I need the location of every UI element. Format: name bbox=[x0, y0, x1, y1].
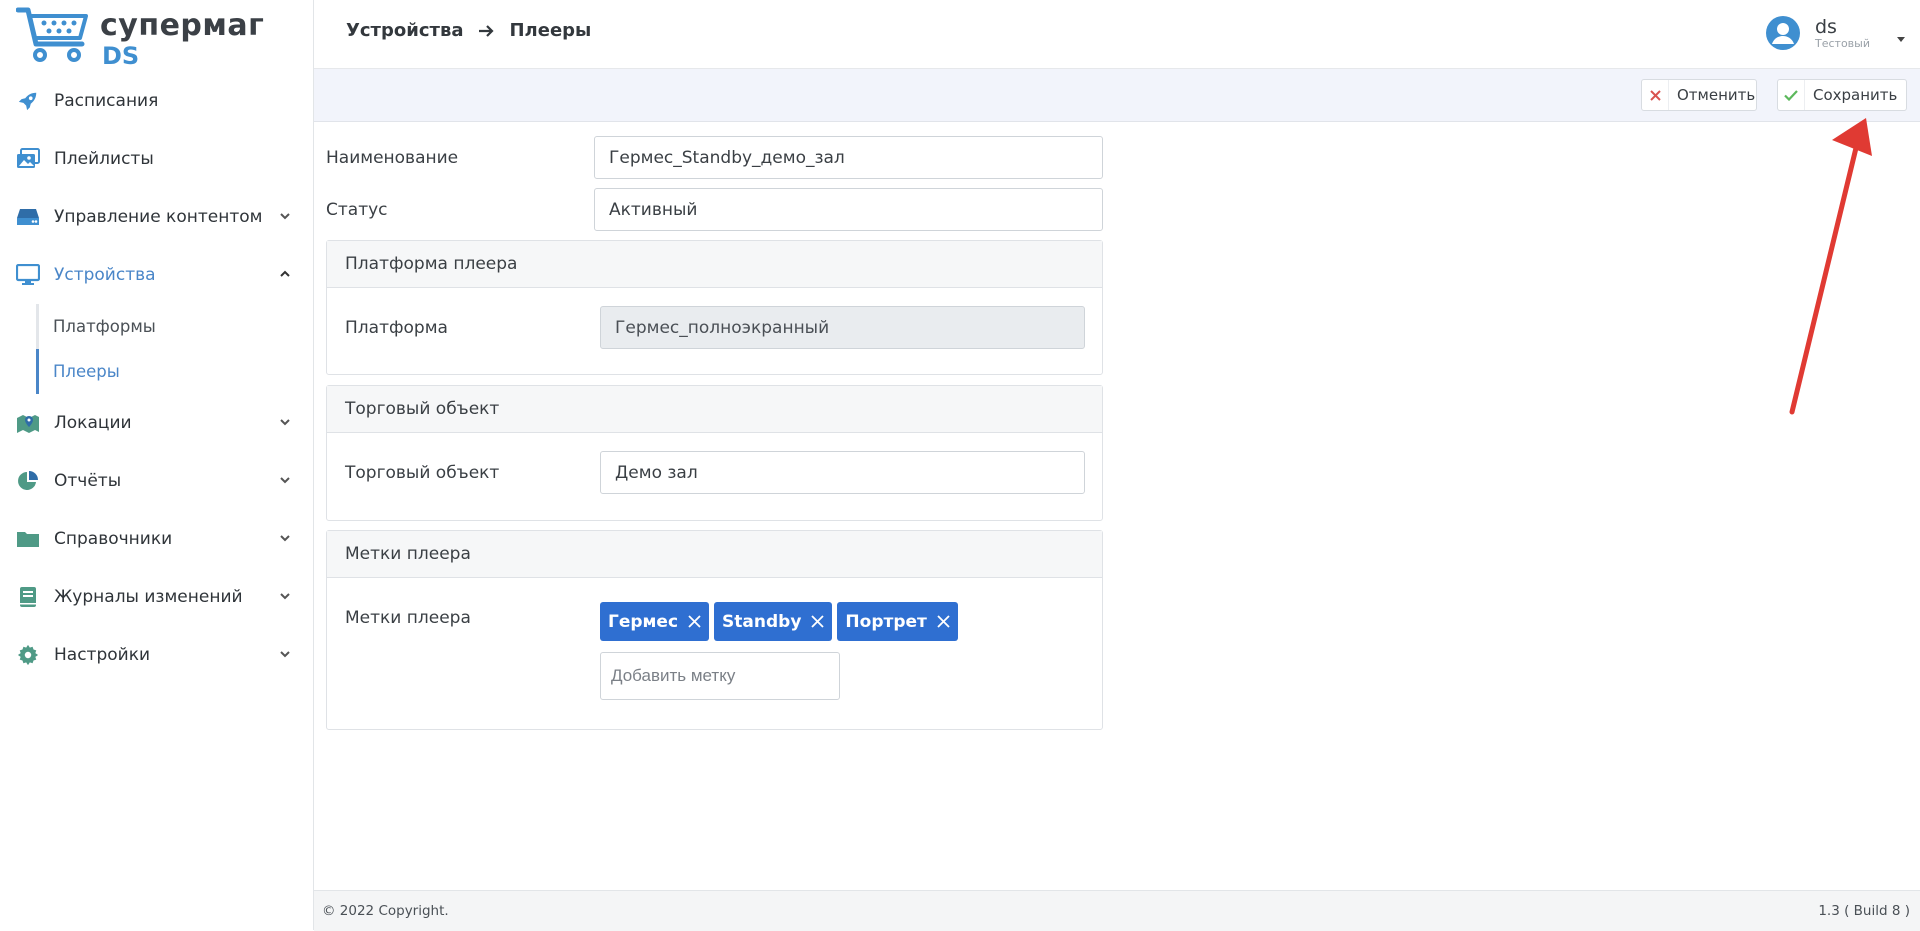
sidebar-item-playlists[interactable]: Плейлисты bbox=[0, 130, 313, 188]
platform-panel-title: Платформа плеера bbox=[327, 241, 1102, 288]
top-header: Устройства Плееры ds Тестовый bbox=[314, 0, 1920, 69]
hdd-icon bbox=[16, 205, 40, 229]
chevron-up-icon bbox=[280, 270, 290, 277]
breadcrumb-current: Плееры bbox=[509, 20, 592, 41]
status-row: Статус bbox=[326, 188, 1103, 232]
user-menu[interactable]: ds Тестовый bbox=[1765, 8, 1906, 58]
sidebar-item-label: Локации bbox=[54, 413, 132, 433]
add-tag-input[interactable] bbox=[600, 652, 840, 700]
cancel-button[interactable]: Отменить bbox=[1641, 79, 1757, 111]
pie-chart-icon bbox=[16, 469, 40, 493]
tag-label: Standby bbox=[722, 611, 802, 632]
save-button[interactable]: Сохранить bbox=[1777, 79, 1907, 111]
sidebar-item-devices[interactable]: Устройства bbox=[0, 246, 313, 304]
sidebar: супермаг DS Расписания Плейлисты Управле… bbox=[0, 0, 314, 930]
check-icon bbox=[1778, 80, 1805, 110]
close-icon bbox=[1642, 80, 1669, 110]
folder-icon bbox=[16, 527, 40, 551]
logo-text: супермаг bbox=[100, 8, 265, 43]
footer: © 2022 Copyright. 1.3 ( Build 8 ) bbox=[314, 890, 1920, 931]
user-avatar-icon bbox=[1766, 16, 1800, 50]
sidebar-subitem-players[interactable]: Плееры bbox=[36, 349, 313, 394]
sidebar-item-locations[interactable]: Локации bbox=[0, 394, 313, 452]
sidebar-item-content-management[interactable]: Управление контентом bbox=[0, 188, 313, 246]
book-icon bbox=[16, 585, 40, 609]
sidebar-item-changelogs[interactable]: Журналы изменений bbox=[0, 568, 313, 626]
name-label: Наименование bbox=[326, 148, 459, 168]
tag-label: Портрет bbox=[845, 611, 927, 632]
sidebar-item-settings[interactable]: Настройки bbox=[0, 626, 313, 684]
breadcrumb-parent[interactable]: Устройства bbox=[346, 20, 463, 41]
status-label: Статус bbox=[326, 200, 388, 220]
annotation-arrow bbox=[1789, 118, 1872, 415]
user-name: ds bbox=[1815, 15, 1837, 38]
tags-label: Метки плеера bbox=[345, 608, 471, 628]
tags-panel: Метки плеера Метки плеера Гермес Standby… bbox=[326, 530, 1103, 730]
store-panel: Торговый объект Торговый объект bbox=[326, 385, 1103, 521]
tags-panel-title: Метки плеера bbox=[327, 531, 1102, 578]
status-input[interactable] bbox=[594, 188, 1103, 231]
rocket-icon bbox=[16, 89, 40, 113]
cancel-button-label: Отменить bbox=[1677, 86, 1756, 104]
sidebar-item-label: Настройки bbox=[54, 645, 151, 665]
monitor-icon bbox=[16, 263, 40, 287]
cart-logo-icon bbox=[16, 7, 88, 62]
save-button-label: Сохранить bbox=[1813, 86, 1898, 104]
sidebar-item-label: Справочники bbox=[54, 529, 173, 549]
action-toolbar: Отменить Сохранить bbox=[314, 69, 1920, 122]
close-icon[interactable] bbox=[811, 615, 825, 628]
sidebar-item-label: Расписания bbox=[54, 91, 159, 111]
close-icon[interactable] bbox=[688, 615, 701, 628]
arrow-right-icon bbox=[479, 24, 495, 37]
platform-input bbox=[600, 306, 1085, 349]
chevron-down-icon bbox=[280, 213, 290, 220]
devices-subnav: Платформы Плееры bbox=[36, 304, 313, 394]
sidebar-item-reports[interactable]: Отчёты bbox=[0, 452, 313, 510]
tag-chip[interactable]: Портрет bbox=[837, 602, 958, 641]
tag-chip[interactable]: Гермес bbox=[600, 602, 710, 641]
user-info: ds Тестовый bbox=[1815, 17, 1870, 50]
chevron-down-icon bbox=[280, 535, 290, 542]
tag-label: Гермес bbox=[608, 611, 679, 632]
sidebar-item-label: Управление контентом bbox=[54, 207, 263, 227]
caret-down-icon bbox=[1897, 37, 1905, 42]
sidebar-nav: Расписания Плейлисты Управление контенто… bbox=[0, 72, 313, 684]
map-icon bbox=[16, 411, 40, 435]
chevron-down-icon bbox=[280, 593, 290, 600]
images-icon bbox=[16, 147, 40, 171]
tag-list: Гермес Standby Портрет bbox=[600, 602, 963, 641]
build-version: 1.3 ( Build 8 ) bbox=[1818, 903, 1910, 919]
name-row: Наименование bbox=[326, 136, 1103, 180]
close-icon[interactable] bbox=[937, 615, 950, 628]
name-input[interactable] bbox=[594, 136, 1103, 179]
chevron-down-icon bbox=[280, 651, 290, 658]
tag-chip[interactable]: Standby bbox=[714, 602, 833, 641]
sidebar-item-label: Плейлисты bbox=[54, 149, 154, 169]
sidebar-item-directories[interactable]: Справочники bbox=[0, 510, 313, 568]
chevron-down-icon bbox=[280, 477, 290, 484]
logo[interactable]: супермаг DS bbox=[16, 6, 264, 70]
store-label: Торговый объект bbox=[345, 463, 500, 483]
platform-label: Платформа bbox=[345, 318, 448, 338]
copyright-text: © 2022 Copyright. bbox=[322, 903, 449, 919]
chevron-down-icon bbox=[280, 419, 290, 426]
sidebar-item-label: Отчёты bbox=[54, 471, 122, 491]
sidebar-item-schedules[interactable]: Расписания bbox=[0, 72, 313, 130]
store-panel-title: Торговый объект bbox=[327, 386, 1102, 433]
breadcrumb: Устройства Плееры bbox=[346, 20, 591, 41]
user-role: Тестовый bbox=[1815, 36, 1870, 50]
sidebar-item-label: Журналы изменений bbox=[54, 587, 243, 607]
sidebar-item-label: Устройства bbox=[54, 265, 156, 285]
sidebar-subitem-platforms[interactable]: Платформы bbox=[36, 304, 313, 349]
store-input[interactable] bbox=[600, 451, 1085, 494]
platform-panel: Платформа плеера Платформа bbox=[326, 240, 1103, 375]
gear-icon bbox=[16, 643, 40, 667]
logo-subtext: DS bbox=[102, 42, 140, 70]
